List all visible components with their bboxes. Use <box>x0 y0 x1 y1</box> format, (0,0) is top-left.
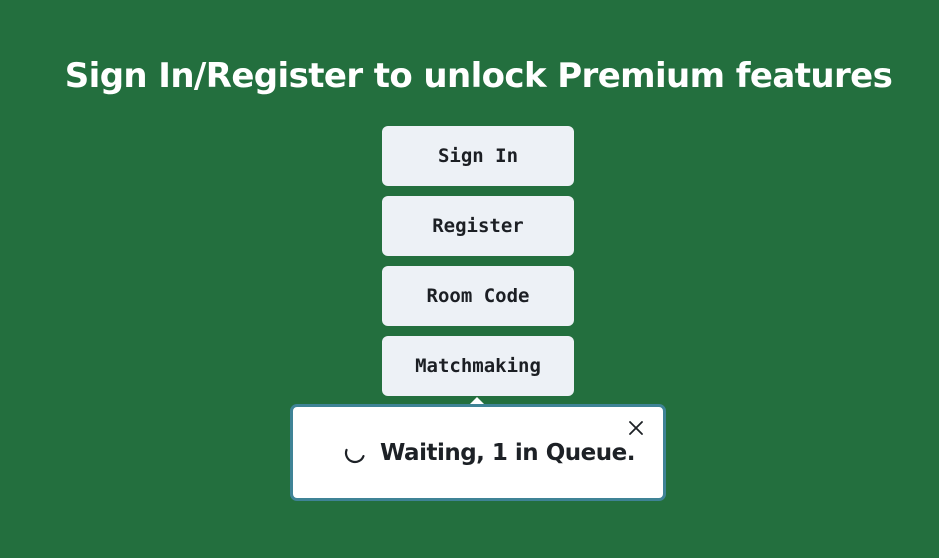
sign-in-button[interactable]: Sign In <box>382 126 574 186</box>
queue-status: Waiting, 1 in Queue. <box>342 440 635 466</box>
matchmaking-button[interactable]: Matchmaking <box>382 336 574 396</box>
auth-menu: Sign In Register Room Code Matchmaking <box>382 126 574 406</box>
room-code-button[interactable]: Room Code <box>382 266 574 326</box>
close-icon[interactable] <box>628 420 644 436</box>
page-title: Sign In/Register to unlock Premium featu… <box>64 56 893 96</box>
register-button[interactable]: Register <box>382 196 574 256</box>
matchmaking-status-popover: Waiting, 1 in Queue. <box>290 404 666 501</box>
loading-spinner-icon <box>342 440 368 466</box>
queue-status-text: Waiting, 1 in Queue. <box>380 440 635 466</box>
